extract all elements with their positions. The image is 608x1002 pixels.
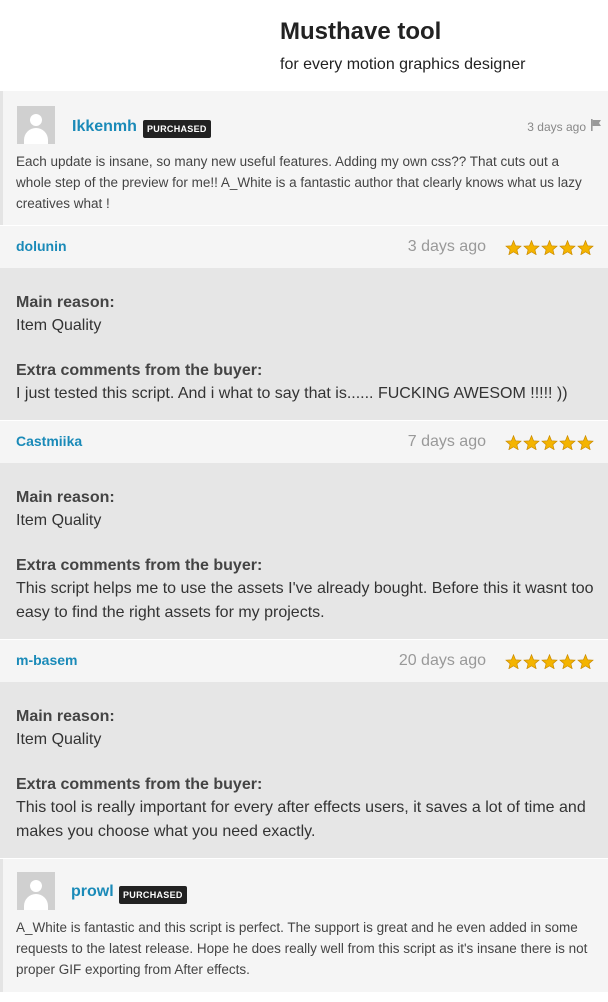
star-icon: [559, 240, 576, 255]
main-reason-label: Main reason:: [16, 708, 115, 725]
star-icon: [541, 435, 558, 450]
star-icon: [577, 240, 594, 255]
avatar-placeholder-icon[interactable]: [17, 872, 55, 910]
review-username[interactable]: Castmiika: [16, 433, 82, 449]
star-icon: [523, 435, 540, 450]
extra-comments-label: Extra comments from the buyer:: [16, 557, 263, 574]
review-username[interactable]: m-basem: [16, 652, 77, 668]
comment-author[interactable]: prowl: [71, 883, 114, 901]
main-reason-label: Main reason:: [16, 294, 115, 311]
main-reason-value: Item Quality: [16, 731, 102, 748]
star-rating: [505, 654, 594, 669]
star-icon: [559, 654, 576, 669]
star-icon: [505, 240, 522, 255]
flag-icon[interactable]: [590, 119, 602, 131]
comment-author[interactable]: Ikkenmh: [72, 118, 137, 136]
review-username[interactable]: dolunin: [16, 238, 67, 254]
main-reason-value: Item Quality: [16, 317, 102, 334]
review-date: 20 days ago: [398, 652, 486, 669]
review-date: 3 days ago: [407, 238, 486, 255]
main-reason-label: Main reason:: [16, 489, 115, 506]
star-rating: [505, 435, 594, 450]
star-icon: [523, 654, 540, 669]
extra-comments-text: This script helps me to use the assets I…: [16, 580, 594, 621]
page-subtitle: for every motion graphics designer: [280, 56, 526, 73]
star-icon: [505, 435, 522, 450]
extra-comments-text: This tool is really important for every …: [16, 799, 586, 840]
review-date: 7 days ago: [407, 433, 486, 450]
comment-text: A_White is fantastic and this script is …: [16, 920, 588, 977]
review-body: Main reason: Item Quality Extra comments…: [0, 682, 608, 858]
star-icon: [541, 240, 558, 255]
comment-card: prowl PURCHASED A_White is fantastic and…: [0, 859, 608, 992]
review-body: Main reason: Item Quality Extra comments…: [0, 268, 608, 420]
extra-comments-label: Extra comments from the buyer:: [16, 362, 263, 379]
avatar-placeholder-icon[interactable]: [17, 106, 55, 144]
review-header: m-basem 20 days ago: [0, 640, 608, 682]
main-reason-value: Item Quality: [16, 512, 102, 529]
extra-comments-text: I just tested this script. And i what to…: [16, 385, 568, 402]
star-icon: [577, 435, 594, 450]
review-header: Castmiika 7 days ago: [0, 421, 608, 463]
comment-date[interactable]: 3 days ago: [527, 120, 586, 134]
star-icon: [541, 654, 558, 669]
star-icon: [577, 654, 594, 669]
review-header: dolunin 3 days ago: [0, 226, 608, 268]
comment-text: Each update is insane, so many new usefu…: [16, 154, 582, 211]
page-header: Musthave tool for every motion graphics …: [0, 0, 608, 88]
star-icon: [523, 240, 540, 255]
purchased-badge: PURCHASED: [119, 886, 187, 904]
review-body: Main reason: Item Quality Extra comments…: [0, 463, 608, 639]
extra-comments-label: Extra comments from the buyer:: [16, 776, 263, 793]
comment-card: Ikkenmh PURCHASED 3 days ago Each update…: [0, 91, 608, 225]
star-icon: [559, 435, 576, 450]
star-icon: [505, 654, 522, 669]
purchased-badge: PURCHASED: [143, 120, 211, 138]
star-rating: [505, 240, 594, 255]
page-title: Musthave tool: [280, 18, 442, 45]
